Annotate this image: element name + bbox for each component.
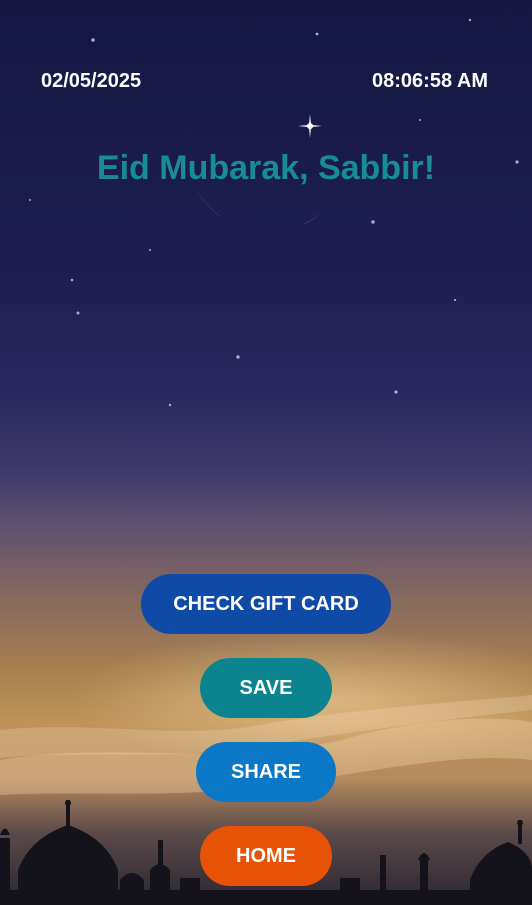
greeting-message: Eid Mubarak, Sabbir! (96, 149, 436, 187)
eid-card-screen: 02/05/2025 08:06:58 AM Eid Mubarak, Sabb… (0, 0, 532, 905)
share-button[interactable]: SHARE (196, 742, 336, 802)
check-gift-card-button[interactable]: CHECK GIFT CARD (141, 574, 391, 634)
current-time: 08:06:58 AM (372, 70, 488, 92)
current-date: 02/05/2025 (41, 70, 142, 92)
sparkle-star-icon (298, 114, 322, 138)
save-button[interactable]: SAVE (200, 658, 332, 718)
home-button[interactable]: HOME (200, 826, 332, 886)
